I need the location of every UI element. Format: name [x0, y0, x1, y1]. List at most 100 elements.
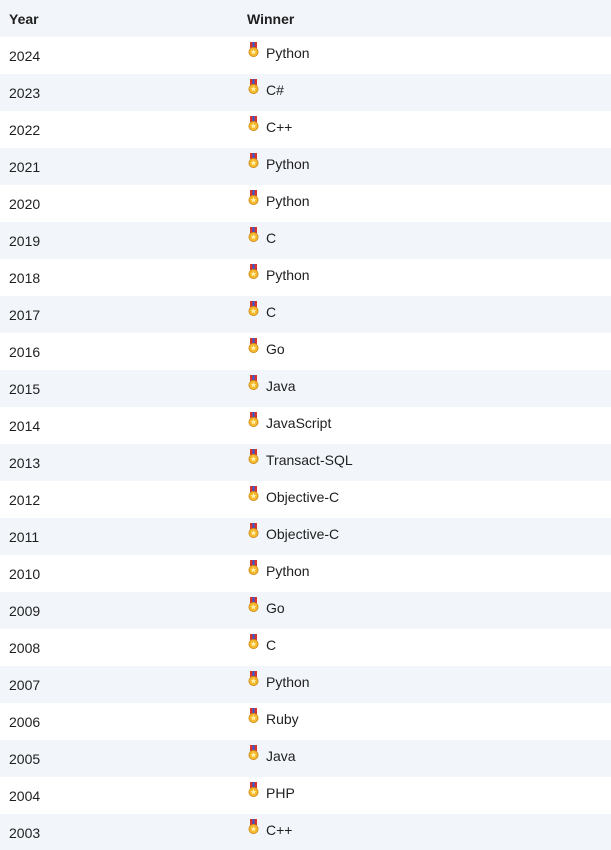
- table-row: 2007 Python: [0, 666, 611, 703]
- winner-label: Go: [266, 341, 285, 358]
- table-row: 2012 Objective-C: [0, 481, 611, 518]
- year-cell: 2021: [0, 148, 247, 185]
- winner-label: PHP: [266, 785, 295, 802]
- winner-entry: Python: [247, 559, 310, 580]
- year-cell: 2003: [0, 814, 247, 850]
- winner-label: C++: [266, 822, 293, 839]
- winner-cell: JavaScript: [247, 407, 611, 444]
- winner-cell: C#: [247, 74, 611, 111]
- winner-cell: C: [247, 629, 611, 666]
- year-cell: 2007: [0, 666, 247, 703]
- table-header-row: Year Winner: [0, 0, 611, 37]
- table-row: 2021 Python: [0, 148, 611, 185]
- winner-entry: Python: [247, 41, 310, 62]
- table-row: 2020 Python: [0, 185, 611, 222]
- winners-table: Year Winner 2024 Python 2023 C# 2022 C++ 2021 P…: [0, 0, 611, 850]
- winner-entry: Go: [247, 596, 285, 617]
- winner-entry: Objective-C: [247, 522, 339, 542]
- winner-cell: Python: [247, 666, 611, 703]
- winner-label: Python: [266, 563, 310, 580]
- year-cell: 2019: [0, 222, 247, 259]
- medal-icon: [247, 818, 260, 834]
- medal-icon: [247, 300, 260, 316]
- winner-cell: PHP: [247, 777, 611, 814]
- medal-icon: [247, 226, 260, 242]
- year-cell: 2004: [0, 777, 247, 814]
- winner-entry: C++: [247, 115, 293, 136]
- winner-cell: Python: [247, 259, 611, 296]
- year-cell: 2024: [0, 37, 247, 74]
- winner-entry: C: [247, 226, 276, 246]
- winner-cell: Objective-C: [247, 481, 611, 518]
- year-cell: 2022: [0, 111, 247, 148]
- winner-label: Python: [266, 674, 310, 691]
- winner-label: Java: [266, 378, 296, 395]
- table-row: 2006 Ruby: [0, 703, 611, 740]
- winner-entry: Python: [247, 189, 310, 210]
- table-row: 2008 C: [0, 629, 611, 666]
- medal-icon: [247, 485, 260, 501]
- year-cell: 2011: [0, 518, 247, 555]
- year-cell: 2018: [0, 259, 247, 296]
- winner-label: Java: [266, 748, 296, 765]
- table-row: 2009 Go: [0, 592, 611, 629]
- winner-label: Go: [266, 600, 285, 617]
- table-row: 2018 Python: [0, 259, 611, 296]
- year-cell: 2010: [0, 555, 247, 592]
- medal-icon: [247, 559, 260, 575]
- winner-entry: Python: [247, 263, 310, 283]
- winner-cell: Java: [247, 370, 611, 407]
- winner-label: Ruby: [266, 711, 299, 728]
- winner-entry: Java: [247, 374, 296, 395]
- winner-cell: C: [247, 222, 611, 259]
- winner-label: Objective-C: [266, 489, 340, 506]
- winner-entry: JavaScript: [247, 411, 331, 431]
- year-cell: 2012: [0, 481, 247, 518]
- year-column-header: Year: [0, 0, 247, 37]
- winner-entry: C#: [247, 78, 284, 99]
- table-row: 2005 Java: [0, 740, 611, 777]
- table-row: 2004 PHP: [0, 777, 611, 814]
- winner-label: Python: [266, 45, 310, 62]
- medal-icon: [247, 781, 260, 797]
- medal-icon: [247, 115, 260, 131]
- table-row: 2014 JavaScript: [0, 407, 611, 444]
- winner-entry: Ruby: [247, 707, 299, 728]
- winner-cell: Ruby: [247, 703, 611, 740]
- winner-entry: Python: [247, 152, 310, 172]
- year-cell: 2005: [0, 740, 247, 777]
- table-row: 2017 C: [0, 296, 611, 333]
- year-cell: 2014: [0, 407, 247, 444]
- year-cell: 2006: [0, 703, 247, 740]
- winner-cell: Python: [247, 185, 611, 222]
- table-row: 2019 C: [0, 222, 611, 259]
- medal-icon: [247, 337, 260, 353]
- medal-icon: [247, 596, 260, 612]
- table-body: 2024 Python 2023 C# 2022 C++ 2021 Python 2020 Pyt…: [0, 37, 611, 850]
- medal-icon: [247, 374, 260, 390]
- winner-entry: C: [247, 633, 277, 654]
- winner-label: C: [266, 637, 277, 654]
- winner-cell: C: [247, 296, 611, 333]
- year-cell: 2023: [0, 74, 247, 111]
- medal-icon: [247, 41, 260, 57]
- year-cell: 2008: [0, 629, 247, 666]
- year-cell: 2016: [0, 333, 247, 370]
- winner-label: Transact-SQL: [266, 452, 353, 469]
- medal-icon: [247, 707, 260, 723]
- winner-label: C#: [266, 82, 284, 99]
- winner-cell: Transact-SQL: [247, 444, 611, 481]
- winner-cell: Java: [247, 740, 611, 777]
- table-row: 2023 C#: [0, 74, 611, 111]
- winner-cell: C++: [247, 111, 611, 148]
- winner-label: Python: [266, 193, 310, 210]
- medal-icon: [247, 670, 260, 686]
- winner-cell: Objective-C: [247, 518, 611, 555]
- winner-label: C: [266, 304, 277, 321]
- winner-label: C++: [266, 119, 293, 136]
- year-cell: 2009: [0, 592, 247, 629]
- winner-entry: PHP: [247, 781, 295, 802]
- medal-icon: [247, 78, 260, 94]
- table-row: 2016 Go: [0, 333, 611, 370]
- winner-entry: C++: [247, 818, 293, 839]
